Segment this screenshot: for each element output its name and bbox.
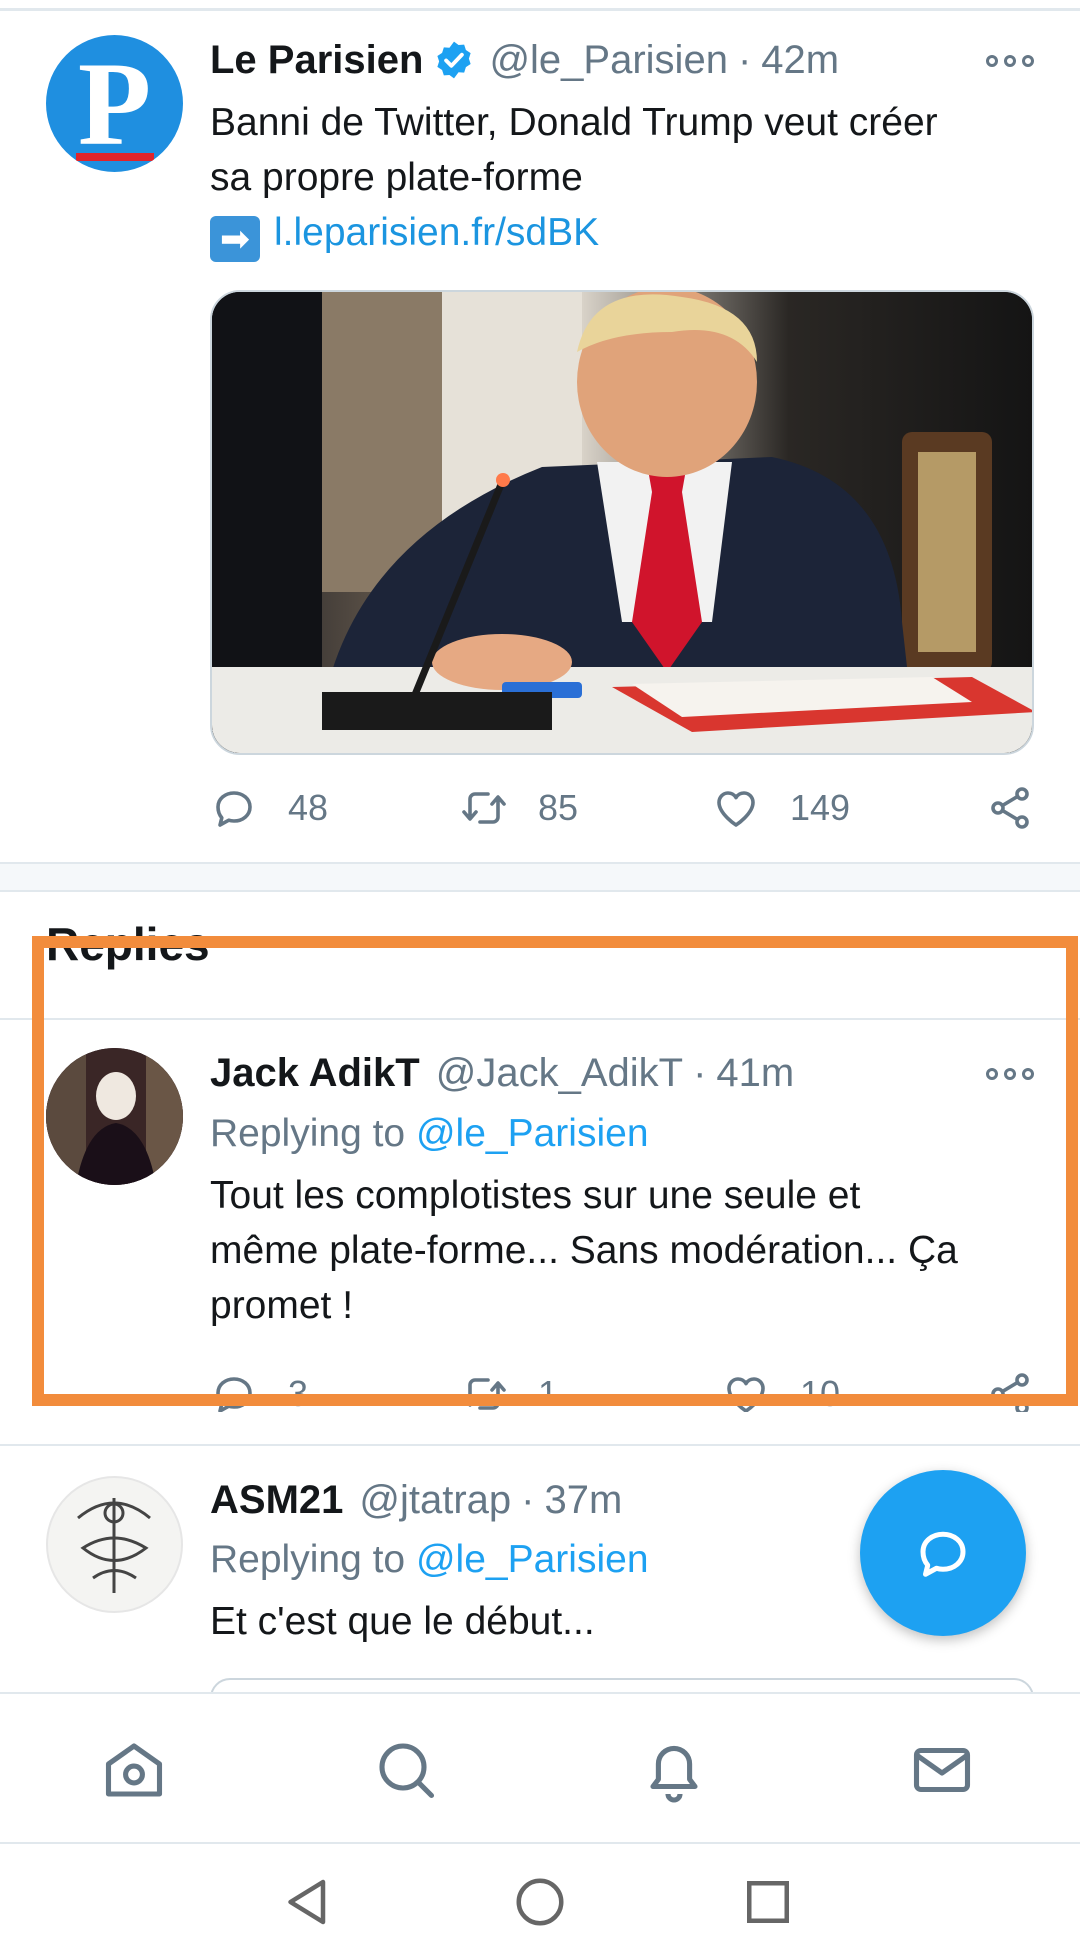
system-nav-bar (0, 1842, 1080, 1957)
asm21-avatar[interactable] (46, 1476, 183, 1613)
top-divider (0, 8, 1080, 11)
replying-to-mention[interactable]: @le_Parisien (416, 1538, 649, 1581)
reply-action[interactable]: 48 (210, 778, 328, 838)
asm21-avatar-image (77, 1498, 151, 1593)
author-name[interactable]: Le Parisien (210, 38, 423, 83)
tweet-photo-image (212, 292, 1032, 753)
reply2-text-line-1: Et c'est que le début... (210, 1600, 595, 1643)
avatar-red-stripe (76, 153, 154, 161)
le-parisien-avatar[interactable]: P (46, 35, 183, 172)
avatar-letter: P (77, 37, 152, 170)
arrow-right-icon: ➡ (210, 216, 260, 262)
reply2-author-handle[interactable]: @jtatrap (359, 1478, 511, 1523)
author-handle[interactable]: @le_Parisien (489, 38, 728, 83)
tweet-header: Le Parisien @le_Parisien · 42m (210, 30, 839, 90)
reply-count: 48 (288, 787, 329, 828)
section-divider (0, 862, 1080, 892)
reply2-text: Et c'est que le début... (210, 1594, 810, 1649)
compose-reply-button[interactable] (860, 1470, 1026, 1636)
more-options-icon[interactable] (986, 53, 1034, 69)
like-action[interactable]: 149 (712, 778, 850, 838)
share-icon (991, 787, 1029, 829)
retweet-action[interactable]: 85 (460, 778, 578, 838)
search-icon[interactable] (370, 1734, 442, 1806)
share-action[interactable] (986, 778, 1064, 838)
compose-reply-icon (920, 1531, 966, 1577)
home-icon[interactable] (98, 1734, 170, 1806)
reply2-author-name[interactable]: ASM21 (210, 1478, 343, 1523)
reply2-replying-to: Replying to @le_Parisien (210, 1538, 649, 1582)
reply2-time[interactable]: 37m (545, 1478, 623, 1523)
back-triangle-icon[interactable] (278, 1872, 338, 1932)
tweet-link[interactable]: l.leparisien.fr/sdBK (274, 211, 599, 254)
reply-bubble-icon (216, 791, 252, 827)
like-count: 149 (790, 787, 851, 828)
tweet-text: Banni de Twitter, Donald Trump veut crée… (210, 95, 1040, 262)
verified-badge-icon (437, 41, 472, 79)
recents-square-icon[interactable] (738, 1872, 798, 1932)
tweet-actions: 48 85 149 (210, 778, 1040, 838)
separator-dot: · (521, 1477, 535, 1522)
bell-icon[interactable] (638, 1734, 710, 1806)
heart-icon (717, 791, 755, 827)
bottom-nav (0, 1692, 1080, 1842)
reply-divider (0, 1444, 1080, 1446)
tweet-text-line-2: sa propre plate-forme (210, 156, 583, 199)
reply2-header: ASM21 @jtatrap · 37m (210, 1470, 622, 1530)
retweet-icon (462, 792, 506, 824)
replying-to-label: Replying to (210, 1538, 406, 1581)
retweet-count: 85 (538, 787, 579, 828)
highlight-box (32, 936, 1078, 1406)
separator-dot: · (737, 37, 752, 82)
tweet-link-row: ➡ l.leparisien.fr/sdBK (210, 205, 1040, 262)
home-circle-icon[interactable] (510, 1872, 570, 1932)
mail-icon[interactable] (906, 1734, 978, 1806)
tweet-photo[interactable] (210, 290, 1034, 755)
tweet-time[interactable]: 42m (761, 38, 839, 83)
tweet-text-line-1: Banni de Twitter, Donald Trump veut crée… (210, 101, 938, 144)
